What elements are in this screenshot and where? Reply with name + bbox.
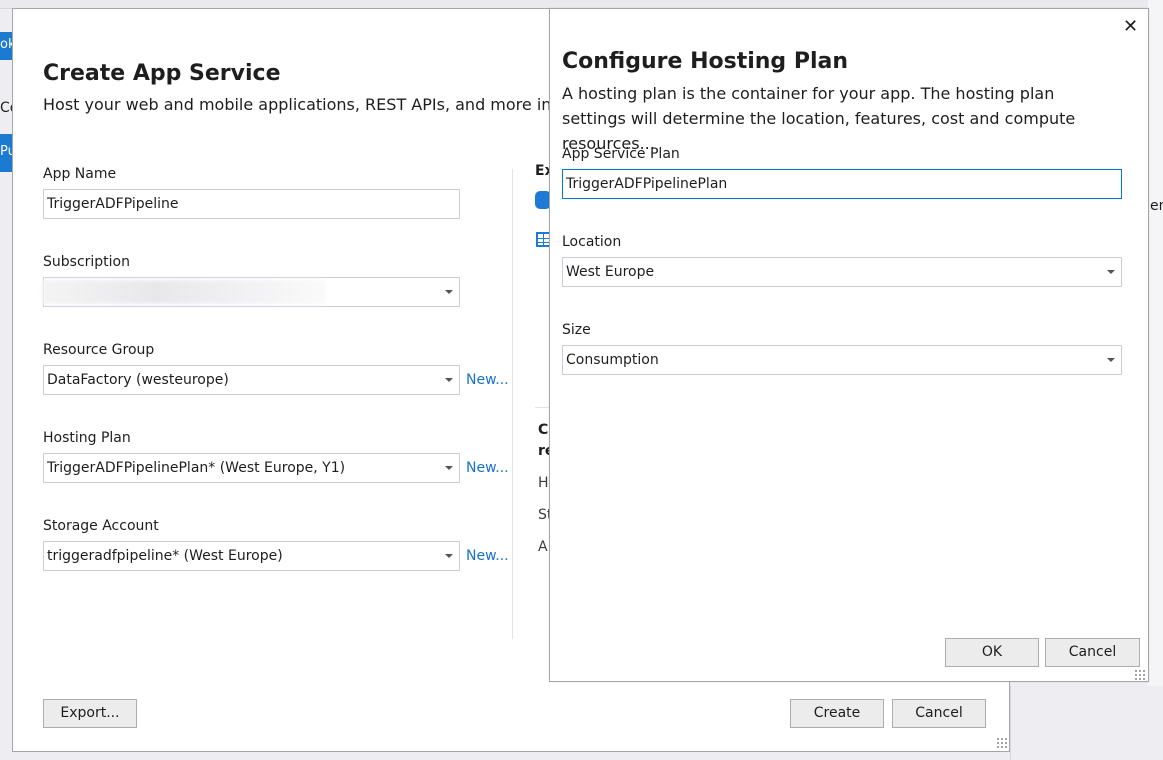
resource-group-label: Resource Group [43, 342, 155, 358]
app-service-plan-label: App Service Plan [562, 146, 680, 162]
export-button[interactable]: Export... [43, 699, 137, 728]
location-value: West Europe [566, 264, 655, 280]
dialog-subtitle: Host your web and mobile applications, R… [43, 95, 552, 114]
subscription-label: Subscription [43, 254, 130, 270]
ok-button[interactable]: OK [945, 638, 1039, 667]
resize-grip-icon[interactable] [996, 737, 1008, 749]
dialog-title: Create App Service [43, 61, 281, 86]
app-name-input[interactable]: TriggerADFPipeline [43, 189, 460, 219]
close-icon[interactable]: ✕ [1123, 18, 1138, 36]
size-dropdown[interactable]: Consumption [562, 345, 1122, 375]
right-item: A [538, 539, 548, 555]
ide-left-tab-2[interactable]: Pu [0, 134, 16, 172]
resource-group-value: DataFactory (westeurope) [47, 372, 229, 388]
chevron-down-icon [445, 554, 453, 558]
storage-account-value: triggeradfpipeline* (West Europe) [47, 548, 283, 564]
cancel-button[interactable]: Cancel [892, 699, 986, 728]
ide-right-text: ent [1150, 198, 1163, 214]
chevron-down-icon [445, 290, 453, 294]
ide-left-tab-1[interactable]: oke [0, 32, 23, 60]
chevron-down-icon [1107, 358, 1115, 362]
resource-group-new-link[interactable]: New... [466, 372, 509, 388]
location-label: Location [562, 234, 622, 250]
app-name-label: App Name [43, 166, 117, 182]
configure-hosting-plan-dialog: ✕ Configure Hosting Plan A hosting plan … [549, 8, 1149, 682]
hosting-cancel-button[interactable]: Cancel [1045, 638, 1140, 667]
size-label: Size [562, 322, 591, 338]
chevron-down-icon [1107, 270, 1115, 274]
storage-account-label: Storage Account [43, 518, 159, 534]
storage-account-dropdown[interactable]: triggeradfpipeline* (West Europe) [43, 541, 460, 571]
ide-bottom-right-area [1010, 686, 1163, 760]
create-button[interactable]: Create [790, 699, 884, 728]
hosting-plan-new-link[interactable]: New... [466, 460, 509, 476]
subscription-dropdown[interactable] [42, 277, 460, 307]
chevron-down-icon [445, 466, 453, 470]
resource-group-dropdown[interactable]: DataFactory (westeurope) [43, 365, 460, 395]
ide-right-panel [1148, 0, 1163, 760]
hosting-plan-label: Hosting Plan [43, 430, 131, 446]
hosting-plan-value: TriggerADFPipelinePlan* (West Europe, Y1… [47, 460, 346, 476]
hosting-dialog-description: A hosting plan is the container for your… [562, 84, 1076, 153]
location-dropdown[interactable]: West Europe [562, 257, 1122, 287]
right-item: H [538, 475, 549, 491]
column-divider [512, 169, 513, 639]
app-service-plan-input[interactable]: TriggerADFPipelinePlan [562, 169, 1122, 199]
hosting-plan-dropdown[interactable]: TriggerADFPipelinePlan* (West Europe, Y1… [43, 453, 460, 483]
hosting-dialog-title: Configure Hosting Plan [562, 49, 848, 74]
storage-account-new-link[interactable]: New... [466, 548, 509, 564]
size-value: Consumption [566, 352, 659, 368]
subscription-redacted-value [42, 280, 326, 304]
chevron-down-icon [445, 378, 453, 382]
resize-grip-icon[interactable] [1134, 669, 1146, 681]
